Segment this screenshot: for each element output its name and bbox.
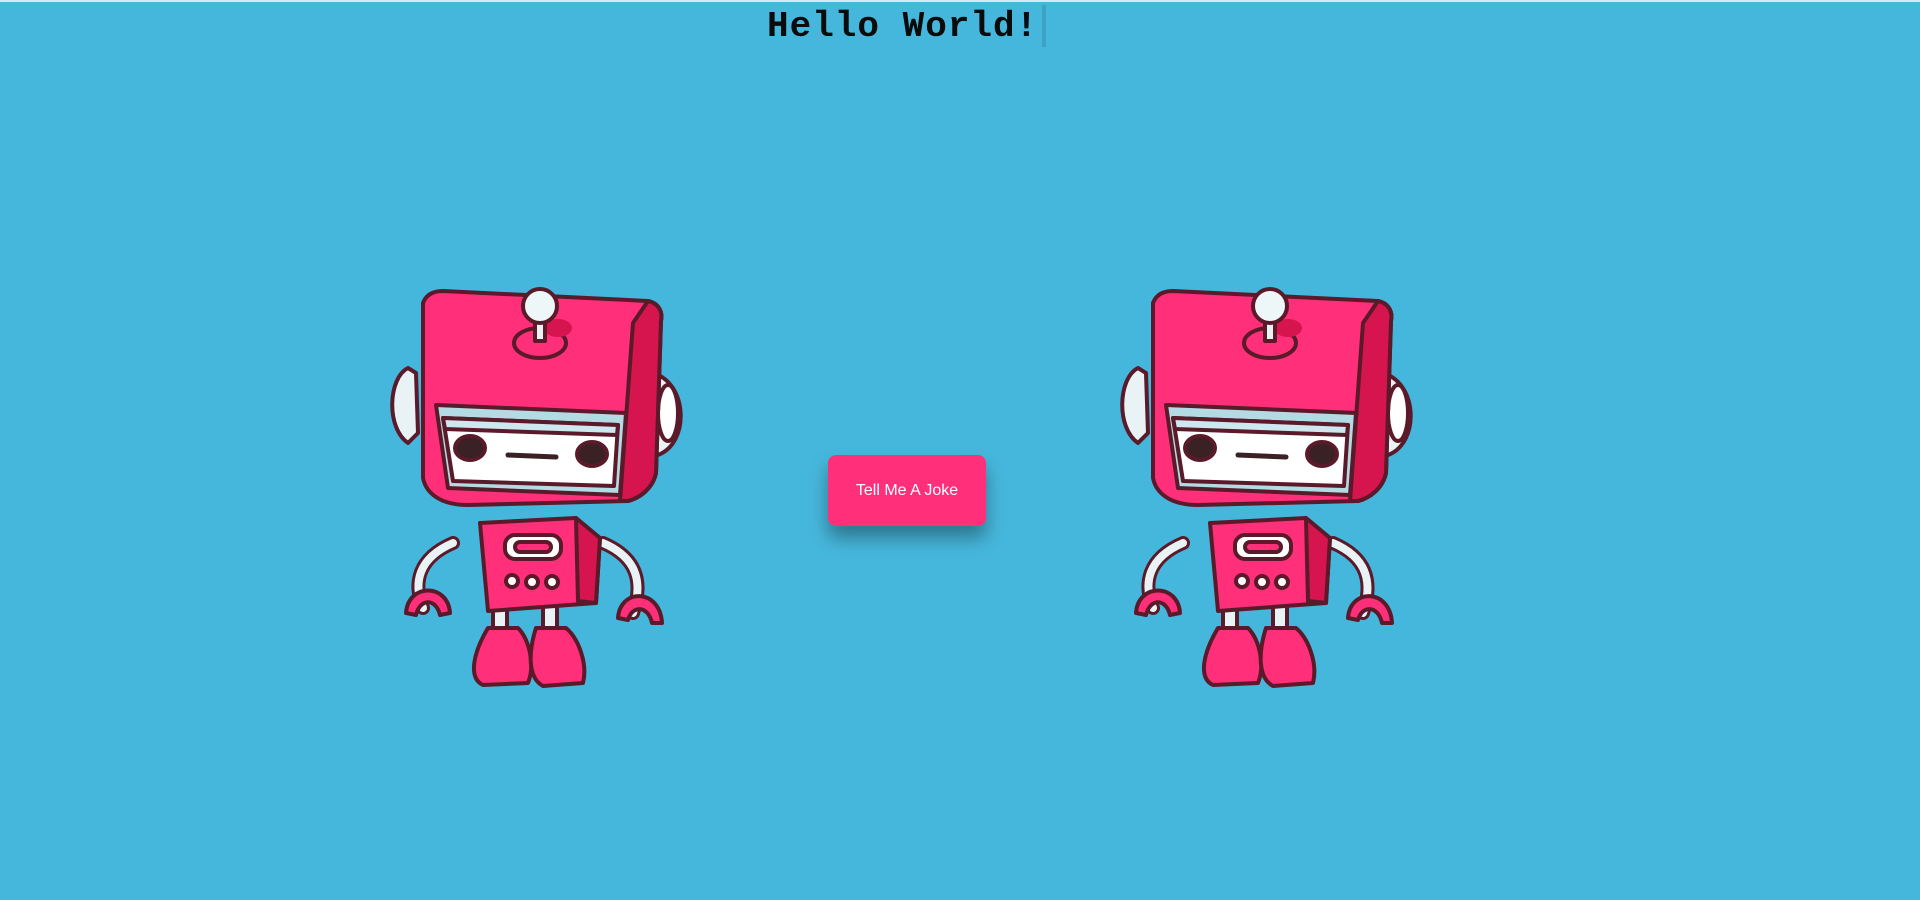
tell-joke-button[interactable]: Tell Me A Joke [828,455,986,526]
text-caret [1042,5,1047,47]
page-title: Hello World! [767,5,1039,47]
robot-image-right [1108,283,1438,703]
top-border [0,0,1920,2]
headline-container: Hello World! [767,4,1047,48]
robot-image-left [378,283,708,703]
